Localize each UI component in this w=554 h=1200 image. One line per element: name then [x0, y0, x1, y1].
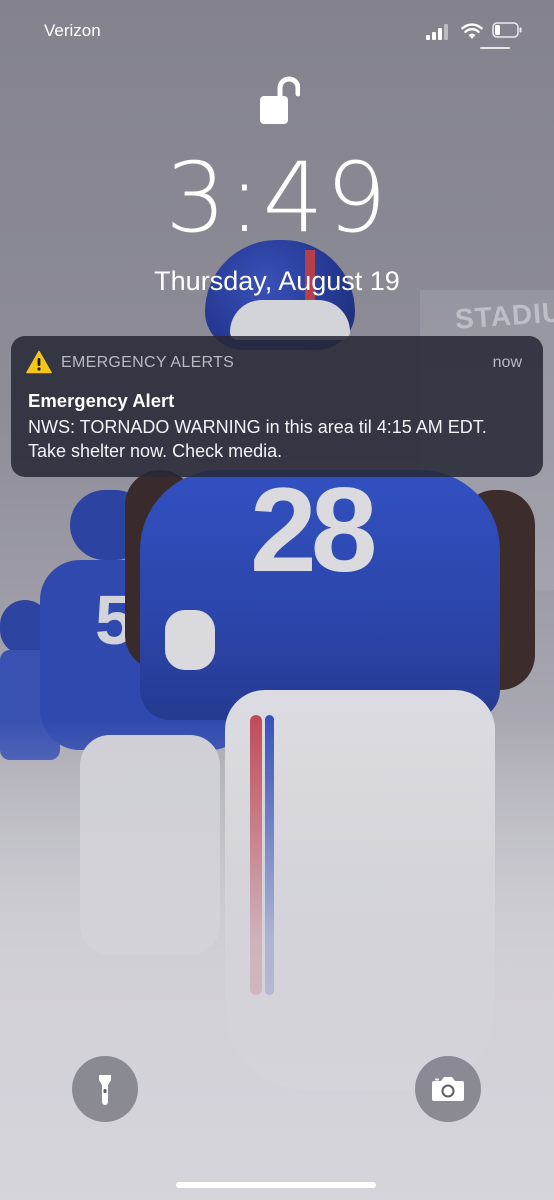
- emergency-alert-notification[interactable]: EMERGENCY ALERTS now Emergency Alert NWS…: [11, 336, 543, 477]
- flashlight-icon: [99, 1075, 111, 1105]
- camera-icon: [432, 1077, 464, 1101]
- notification-app-name: EMERGENCY ALERTS: [61, 354, 235, 371]
- status-bar: Verizon: [0, 0, 554, 62]
- unlocked-padlock-icon: [260, 76, 300, 124]
- status-underline: [480, 47, 510, 49]
- flashlight-button[interactable]: [72, 1056, 138, 1122]
- notification-body: NWS: TORNADO WARNING in this area til 4:…: [28, 417, 487, 461]
- notification-time: now: [492, 354, 522, 371]
- lock-date: Thursday, August 19: [154, 266, 400, 296]
- carrier-name: Verizon: [44, 21, 101, 40]
- lock-clock: 3:49: [165, 142, 389, 254]
- wifi-icon: [461, 23, 483, 39]
- warning-triangle-icon: [26, 350, 52, 374]
- battery-icon: [492, 22, 522, 38]
- lock-screen: STADIU 5 28 Verizon 3:49 Thursday, Augus…: [0, 0, 554, 1200]
- home-indicator[interactable]: [176, 1182, 376, 1188]
- camera-button[interactable]: [415, 1056, 481, 1122]
- cellular-signal-icon: [426, 24, 452, 40]
- notification-title: Emergency Alert: [28, 390, 175, 411]
